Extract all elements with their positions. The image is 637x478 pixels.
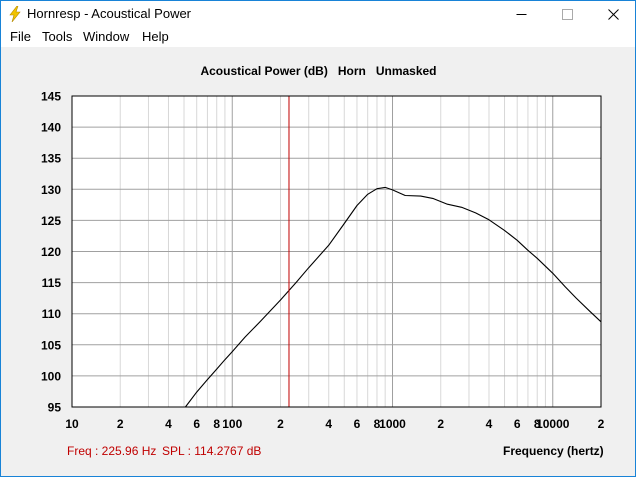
y-tick-label: 120 — [41, 245, 61, 259]
frequency-readout: Freq : 225.96 Hz — [67, 444, 157, 458]
x-tick-label: 2 — [117, 417, 124, 431]
x-tick-label: 10000 — [536, 417, 570, 431]
y-tick-label: 130 — [41, 183, 61, 197]
x-tick-label: 10 — [65, 417, 79, 431]
x-axis-label: Frequency (hertz) — [503, 444, 604, 458]
x-tick-label: 100 — [222, 417, 242, 431]
y-tick-label: 145 — [41, 90, 61, 104]
y-tick-label: 95 — [48, 401, 62, 415]
x-tick-label: 2 — [598, 417, 605, 431]
y-tick-label: 135 — [41, 152, 61, 166]
y-tick-label: 125 — [41, 214, 61, 228]
x-tick-label: 4 — [486, 417, 493, 431]
y-tick-label: 110 — [42, 307, 62, 321]
x-tick-label: 8 — [213, 417, 220, 431]
x-tick-label: 4 — [165, 417, 172, 431]
x-tick-label: 4 — [325, 417, 332, 431]
x-tick-label: 2 — [437, 417, 444, 431]
y-tick-label: 140 — [41, 121, 61, 135]
spl-readout: SPL : 114.2767 dB — [162, 444, 262, 458]
x-tick-label: 6 — [193, 417, 200, 431]
x-tick-label: 2 — [277, 417, 284, 431]
y-tick-label: 115 — [42, 276, 62, 290]
acoustical-power-chart[interactable]: 9510010511011512012513013514014510 2 4 6 8 10… — [0, 0, 637, 478]
y-tick-label: 105 — [41, 338, 61, 352]
x-tick-label: 6 — [354, 417, 361, 431]
x-tick-label: 1000 — [379, 417, 406, 431]
y-tick-label: 100 — [41, 369, 61, 383]
x-tick-label: 6 — [514, 417, 521, 431]
